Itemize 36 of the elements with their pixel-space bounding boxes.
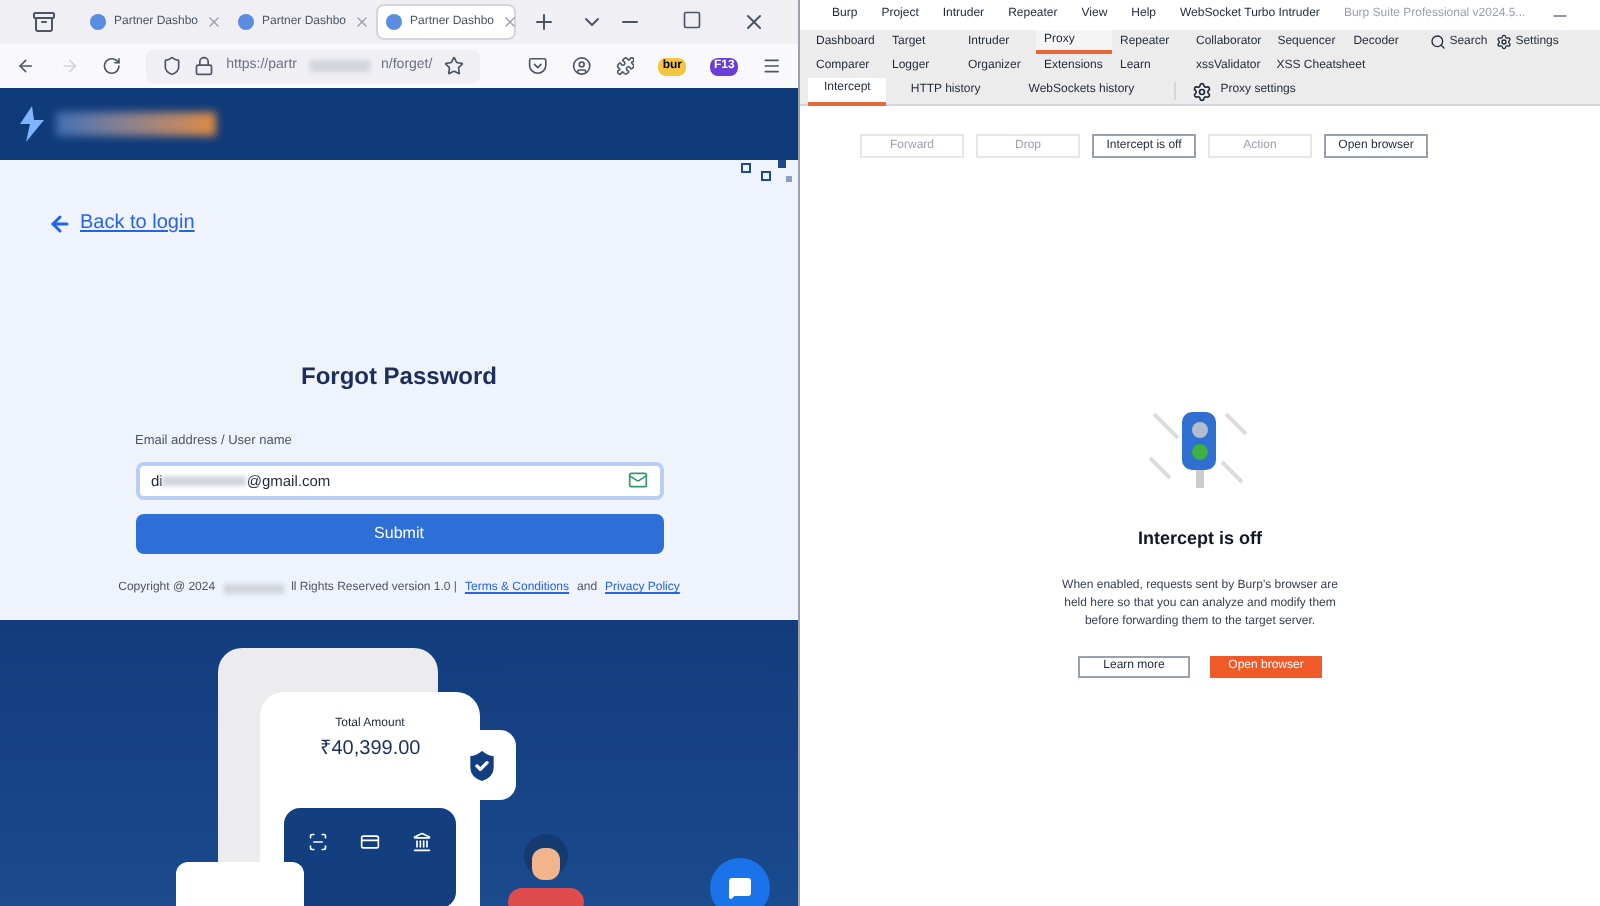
arrow-left-icon [48, 211, 72, 235]
redacted-block [223, 583, 284, 594]
search-icon [1429, 34, 1446, 50]
account-icon[interactable] [571, 54, 592, 78]
pocket-icon[interactable] [528, 54, 548, 78]
back-icon[interactable] [16, 54, 36, 78]
payment-option-icon [412, 832, 432, 852]
payment-option-icon [360, 832, 380, 852]
redacted-block [309, 60, 370, 72]
extensions-icon[interactable] [615, 54, 635, 78]
payment-option-icon [308, 832, 328, 852]
globe-icon [386, 14, 402, 30]
close-icon[interactable] [742, 10, 766, 34]
tab-list-icon[interactable] [32, 10, 56, 34]
mail-icon [627, 470, 647, 491]
empty-state-title: Intercept is off [1137, 526, 1262, 552]
maximize-icon[interactable] [682, 10, 702, 30]
globe-icon [238, 14, 254, 30]
new-tab-icon[interactable] [532, 10, 556, 34]
logo-icon [16, 106, 48, 142]
menu-icon[interactable] [762, 54, 783, 78]
chat-icon [728, 876, 752, 900]
decorative-squares-drawing [738, 160, 798, 188]
star-icon[interactable] [444, 56, 465, 76]
amount-text: ₹40,399.00 [319, 736, 421, 764]
settings-icon [1495, 34, 1512, 50]
chat-button[interactable] [710, 858, 770, 906]
shield-icon [162, 56, 183, 76]
globe-icon [90, 14, 106, 30]
page-heading: Forgot Password [298, 360, 499, 394]
redacted-block [162, 475, 247, 486]
settings-icon [1192, 81, 1213, 101]
reload-icon[interactable] [102, 54, 123, 78]
lock-icon [194, 56, 215, 76]
back-to-login-link[interactable]: Back to login [48, 208, 195, 238]
submit-button[interactable]: Submit [135, 513, 663, 554]
